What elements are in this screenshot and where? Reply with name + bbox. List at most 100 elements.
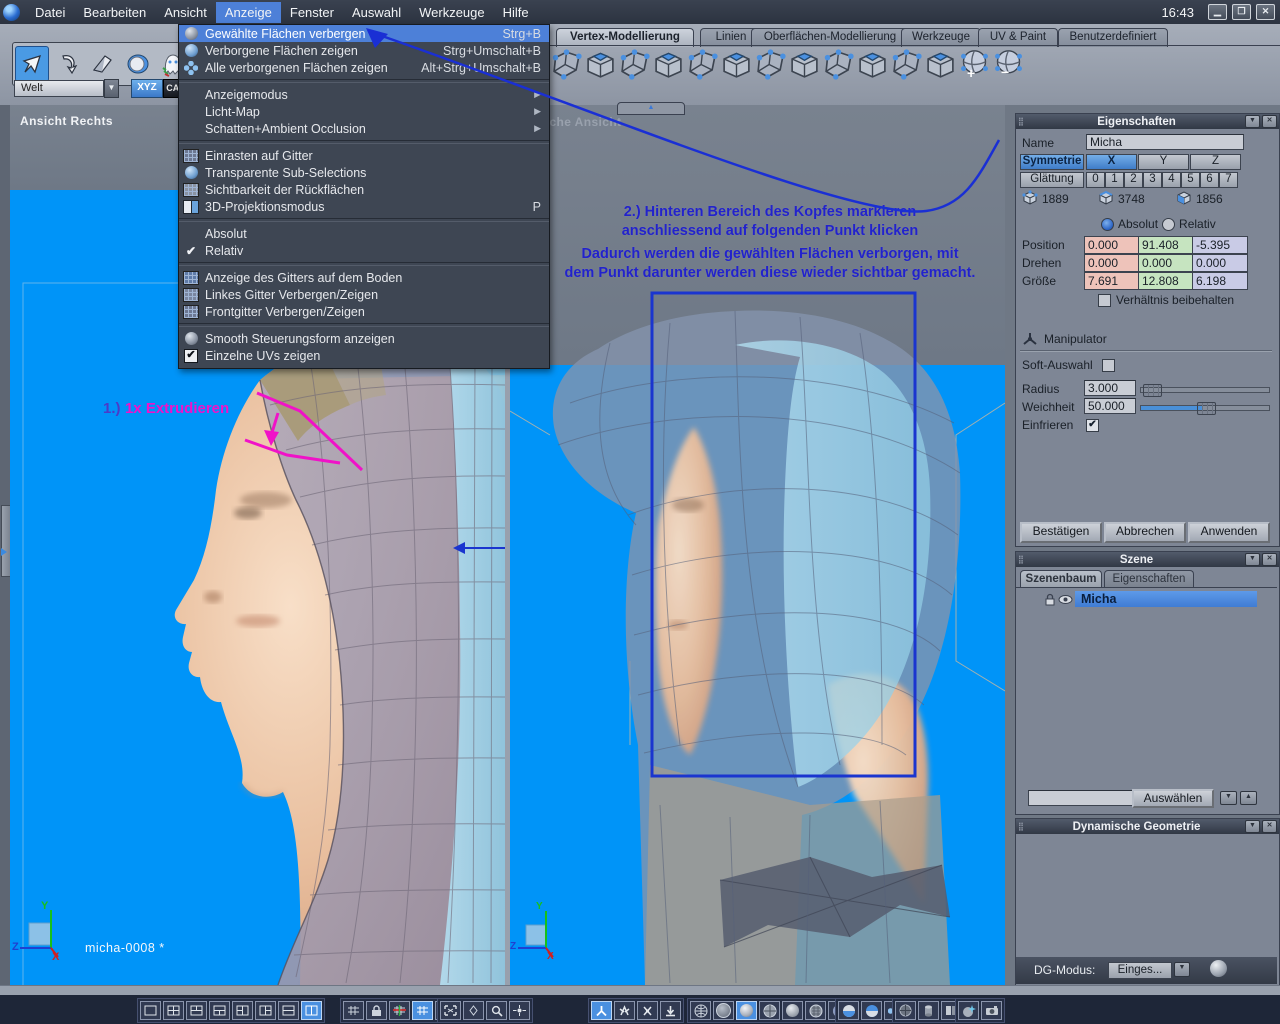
vertex-tool-icon[interactable]	[550, 48, 583, 81]
shading-wireframe-icon[interactable]	[690, 1001, 711, 1020]
coordinate-space-select[interactable]: Welt	[14, 80, 104, 97]
vertex-tool-icon[interactable]	[686, 48, 719, 81]
look-at-icon[interactable]	[509, 1001, 530, 1020]
smoothing-level-6[interactable]: 6	[1200, 172, 1219, 188]
rotation-y-field[interactable]: 0.000	[1138, 254, 1194, 272]
minimize-button[interactable]: ▁	[1208, 4, 1227, 20]
panel-close-icon[interactable]: ✕	[1262, 115, 1277, 128]
soft-selection-checkbox[interactable]	[1102, 359, 1115, 372]
menu-werkzeuge[interactable]: Werkzeuge	[410, 2, 494, 23]
panel-collapse-icon[interactable]: ▼	[1245, 115, 1260, 128]
vertex-tool-icon[interactable]	[890, 48, 923, 81]
smoothing-button[interactable]: Glättung	[1020, 172, 1084, 188]
layout-right-split-icon[interactable]	[255, 1001, 276, 1020]
menu-item-licht-map[interactable]: Licht-Map ▶	[179, 103, 549, 120]
rotation-z-field[interactable]: 0.000	[1192, 254, 1248, 272]
confirm-button[interactable]: Bestätigen	[1020, 522, 1102, 543]
smoothing-level-3[interactable]: 3	[1143, 172, 1162, 188]
menu-item-gewaehlte-flaechen-verbergen[interactable]: Gewählte Flächen verbergen Strg+B	[179, 25, 549, 42]
pan-view-icon[interactable]	[463, 1001, 484, 1020]
dg-mode-dropdown-arrow[interactable]: ▼	[1174, 962, 1190, 977]
size-x-field[interactable]: 7.691	[1084, 272, 1140, 290]
manipulator-drop-icon[interactable]	[660, 1001, 681, 1020]
dg-sphere-icon[interactable]	[1210, 960, 1227, 977]
position-z-field[interactable]: -5.395	[1192, 236, 1248, 254]
shading-shaded-icon[interactable]	[736, 1001, 757, 1020]
menu-item-3d-projektionsmodus[interactable]: 3D-Projektionsmodus P	[179, 198, 549, 215]
scene-panel-titlebar[interactable]: ⣿ Szene ▼ ✕	[1016, 552, 1279, 567]
manipulator-scale-icon[interactable]	[637, 1001, 658, 1020]
zoom-view-icon[interactable]	[486, 1001, 507, 1020]
menu-item-frontgitter-verbergen-zeigen[interactable]: Frontgitter Verbergen/Zeigen	[179, 303, 549, 320]
scroll-down-icon[interactable]: ▼	[1220, 791, 1237, 805]
panel-collapse-icon[interactable]: ▼	[1245, 820, 1260, 833]
menu-anzeige[interactable]: Anzeige	[215, 1, 281, 23]
subtract-sphere-tool-icon[interactable]: −	[992, 48, 1025, 81]
tab-eigenschaften[interactable]: Eigenschaften	[1104, 570, 1194, 588]
rotation-x-field[interactable]: 0.000	[1084, 254, 1140, 272]
menu-bearbeiten[interactable]: Bearbeiten	[74, 2, 155, 23]
radius-field[interactable]: 3.000	[1084, 380, 1136, 396]
radius-slider[interactable]	[1140, 384, 1270, 397]
select-arrow-tool[interactable]	[15, 46, 49, 82]
radius-slider-handle[interactable]	[1143, 384, 1162, 397]
xyz-mode-button[interactable]: XYZ	[131, 79, 163, 98]
hide-upper-icon[interactable]	[861, 1001, 882, 1020]
select-button[interactable]: Auswählen	[1132, 789, 1214, 808]
shading-smooth-icon[interactable]	[782, 1001, 803, 1020]
apply-button[interactable]: Anwenden	[1188, 522, 1270, 543]
panel-grip-icon[interactable]: ⣿	[1016, 555, 1028, 564]
vertex-tool-icon[interactable]	[618, 48, 651, 81]
scrollbar-arrow-icon[interactable]	[1, 548, 11, 556]
menu-item-linkes-gitter-verbergen-zeigen[interactable]: Linkes Gitter Verbergen/Zeigen	[179, 286, 549, 303]
keep-ratio-checkbox[interactable]	[1098, 293, 1111, 307]
scene-filter-input[interactable]	[1028, 790, 1134, 806]
menu-fenster[interactable]: Fenster	[281, 2, 343, 23]
cancel-button[interactable]: Abbrechen	[1104, 522, 1186, 543]
menu-item-relativ[interactable]: ✔ Relativ	[179, 242, 549, 259]
visibility-eye-icon[interactable]	[1058, 593, 1073, 606]
menu-hilfe[interactable]: Hilfe	[494, 2, 538, 23]
menu-item-schatten-ambient-occlusion[interactable]: Schatten+Ambient Occlusion ▶	[179, 120, 549, 137]
menu-item-alle-verborgenen-flaechen-zeigen[interactable]: Alle verborgenen Flächen zeigen Alt+Strg…	[179, 59, 549, 76]
size-z-field[interactable]: 6.198	[1192, 272, 1248, 290]
smoothing-level-1[interactable]: 1	[1105, 172, 1124, 188]
softness-slider-handle[interactable]	[1197, 402, 1216, 415]
scroll-up-icon[interactable]: ▲	[1240, 791, 1257, 805]
absolute-radio[interactable]	[1101, 217, 1114, 231]
symmetry-z-button[interactable]: Z	[1190, 154, 1241, 170]
grid-snap-icon[interactable]	[343, 1001, 364, 1020]
dg-mode-select[interactable]: Einges...	[1108, 962, 1172, 979]
layout-single-icon[interactable]	[140, 1001, 161, 1020]
menu-item-smooth-steuerungsform-anzeigen[interactable]: Smooth Steuerungsform anzeigen	[179, 330, 549, 347]
smoothing-level-5[interactable]: 5	[1181, 172, 1200, 188]
vertex-tool-icon[interactable]	[754, 48, 787, 81]
orbit-tool[interactable]	[122, 47, 154, 81]
add-sphere-tool-icon[interactable]: +	[958, 48, 991, 81]
symmetry-y-button[interactable]: Y	[1138, 154, 1189, 170]
layout-hsplit-icon[interactable]	[278, 1001, 299, 1020]
softness-field[interactable]: 50.000	[1084, 398, 1136, 414]
softness-slider[interactable]	[1140, 402, 1270, 415]
smoothing-level-4[interactable]: 4	[1162, 172, 1181, 188]
viewport-splitter-handle[interactable]: ▲	[617, 102, 685, 115]
vertex-tool-icon[interactable]	[788, 48, 821, 81]
menu-item-transparente-sub-selections[interactable]: Transparente Sub-Selections	[179, 164, 549, 181]
relative-radio[interactable]	[1162, 217, 1176, 231]
position-x-field[interactable]: 0.000	[1084, 236, 1140, 254]
menu-item-anzeigemodus[interactable]: Anzeigemodus ▶	[179, 86, 549, 103]
coordinate-space-dropdown-arrow[interactable]: ▼	[104, 79, 119, 98]
shading-hiddenline-icon[interactable]	[713, 1001, 734, 1020]
vertex-tool-icon[interactable]	[584, 48, 617, 81]
scene-object-micha[interactable]: Micha	[1075, 591, 1257, 607]
menu-datei[interactable]: Datei	[26, 2, 74, 23]
vertex-tool-icon[interactable]	[924, 48, 957, 81]
sparkle-sphere-icon[interactable]	[958, 1001, 979, 1020]
dg-panel-titlebar[interactable]: ⣿ Dynamische Geometrie ▼ ✕	[1016, 819, 1279, 834]
panel-grip-icon[interactable]: ⣿	[1016, 117, 1028, 126]
position-y-field[interactable]: 91.408	[1138, 236, 1194, 254]
layout-bottom-wide-icon[interactable]	[186, 1001, 207, 1020]
hide-lower-icon[interactable]	[838, 1001, 859, 1020]
vertex-tool-icon[interactable]	[720, 48, 753, 81]
mesh-sphere-icon[interactable]	[895, 1001, 916, 1020]
